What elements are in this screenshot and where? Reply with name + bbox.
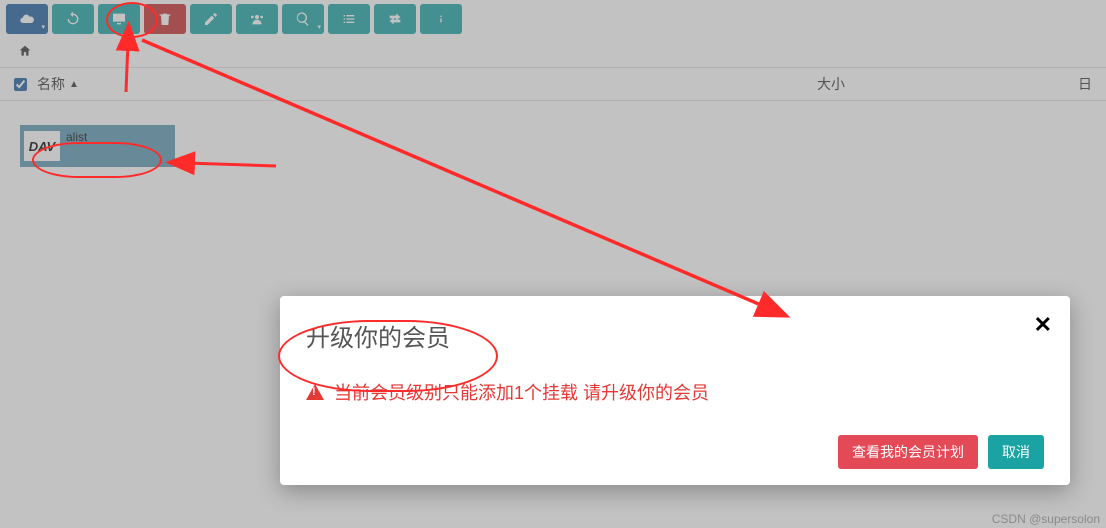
list-button[interactable] <box>328 4 370 34</box>
edit-button[interactable] <box>190 4 232 34</box>
transfer-button[interactable] <box>374 4 416 34</box>
column-date[interactable]: 日 <box>1017 74 1096 94</box>
monitor-icon <box>111 11 127 27</box>
edit-icon <box>203 11 219 27</box>
column-size[interactable]: 大小 <box>817 74 1017 94</box>
close-button[interactable]: ✕ <box>1034 314 1052 336</box>
share-button[interactable] <box>236 4 278 34</box>
modal-message-row: 当前会员级别只能添加1个挂载 请升级你的会员 <box>306 379 1044 405</box>
sort-asc-icon: ▲ <box>69 79 79 90</box>
watermark: CSDN @supersolon <box>992 512 1100 526</box>
transfer-icon <box>387 11 403 27</box>
column-header: 名称 ▲ 大小 日 <box>0 68 1106 101</box>
column-date-label: 日 <box>1078 76 1092 92</box>
zoom-button[interactable]: ▾ <box>282 4 324 34</box>
column-size-label: 大小 <box>817 76 845 92</box>
cancel-button[interactable]: 取消 <box>988 435 1044 469</box>
file-item-alist[interactable]: DAV alist <box>20 125 175 167</box>
view-plan-button[interactable]: 查看我的会员计划 <box>838 435 978 469</box>
display-button[interactable] <box>98 4 140 34</box>
column-name[interactable]: 名称 ▲ <box>37 74 817 94</box>
cloud-icon <box>19 11 35 27</box>
cloud-button[interactable]: ▾ <box>6 4 48 34</box>
upgrade-modal: ✕ 升级你的会员 当前会员级别只能添加1个挂载 请升级你的会员 查看我的会员计划… <box>280 296 1070 485</box>
modal-message: 当前会员级别只能添加1个挂载 请升级你的会员 <box>334 379 709 405</box>
breadcrumb <box>0 38 1106 68</box>
refresh-button[interactable] <box>52 4 94 34</box>
toolbar: ▾ ▾ <box>0 0 1106 38</box>
chevron-down-icon: ▾ <box>317 23 321 31</box>
delete-button[interactable] <box>144 4 186 34</box>
list-icon <box>341 11 357 27</box>
modal-title: 升级你的会员 <box>306 318 1044 353</box>
info-button[interactable] <box>420 4 462 34</box>
trash-icon <box>157 11 173 27</box>
warning-icon <box>306 384 324 400</box>
chevron-down-icon: ▾ <box>41 23 45 31</box>
select-all-checkbox[interactable] <box>14 78 27 91</box>
refresh-icon <box>65 11 81 27</box>
file-label: alist <box>66 130 87 144</box>
info-icon <box>433 11 449 27</box>
users-icon <box>249 11 265 27</box>
home-icon[interactable] <box>18 46 32 61</box>
dav-icon: DAV <box>24 131 60 161</box>
zoom-icon <box>295 11 311 27</box>
column-name-label: 名称 <box>37 74 65 94</box>
file-grid: DAV alist <box>0 101 1106 301</box>
modal-footer: 查看我的会员计划 取消 <box>306 435 1044 469</box>
